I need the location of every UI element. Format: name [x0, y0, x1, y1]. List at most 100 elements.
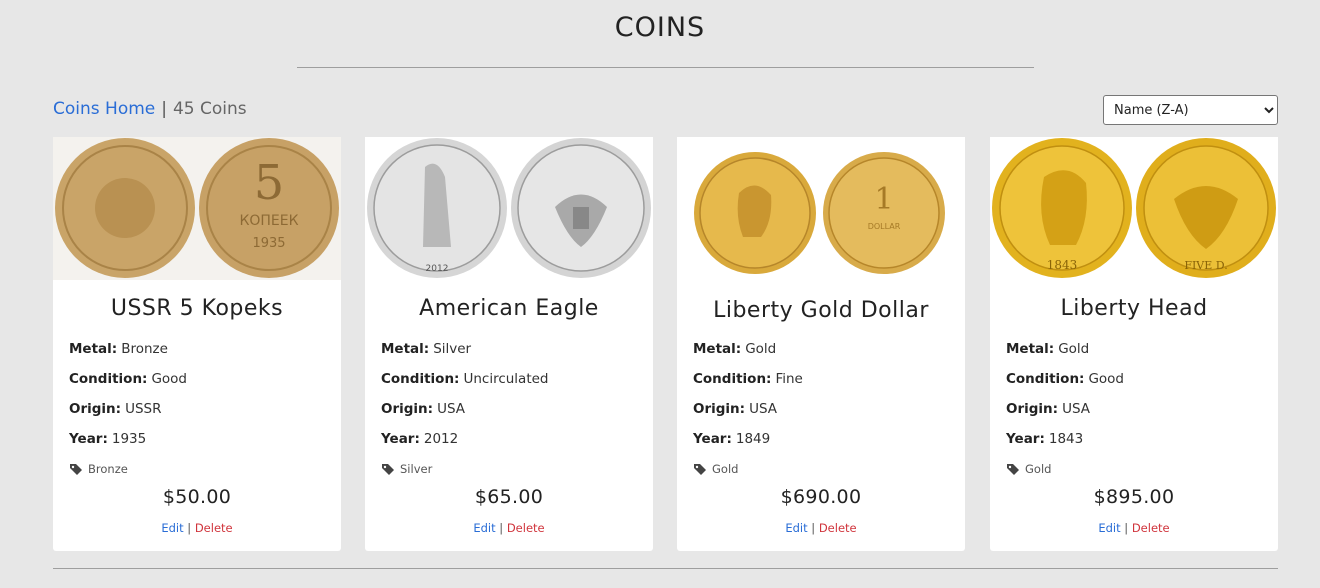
coin-year: Year: 1843 [1006, 431, 1083, 447]
metal-label: Metal: [69, 341, 118, 357]
coin-condition: Condition: Good [1006, 371, 1124, 387]
silver-coin-icon: 2012 [365, 137, 653, 280]
origin-value: USA [749, 401, 777, 417]
coin-price: $65.00 [474, 486, 544, 508]
coin-actions: Edit | Delete [990, 521, 1278, 535]
delete-link[interactable]: Delete [819, 521, 857, 535]
coin-metal: Metal: Bronze [69, 341, 168, 357]
metal-value: Bronze [121, 341, 168, 357]
origin-label: Origin: [693, 401, 746, 417]
coin-card: 2012 American Eagle Metal: Silver Conditi… [365, 137, 653, 551]
condition-label: Condition: [693, 371, 772, 387]
svg-text:FIVE D.: FIVE D. [1184, 259, 1227, 272]
coin-origin: Origin: USA [1006, 401, 1090, 417]
coin-price: $50.00 [162, 486, 232, 508]
coin-tag-label: Bronze [88, 462, 128, 476]
metal-label: Metal: [693, 341, 742, 357]
year-label: Year: [1006, 431, 1045, 447]
coin-tag[interactable]: Gold [693, 462, 738, 476]
tag-icon [1007, 463, 1019, 475]
breadcrumb-separator: | [161, 99, 167, 119]
origin-label: Origin: [69, 401, 122, 417]
condition-value: Good [1088, 371, 1125, 387]
coins-home-link[interactable]: Coins Home [53, 99, 155, 119]
year-value: 1843 [1048, 431, 1084, 447]
tag-icon [70, 463, 82, 475]
condition-value: Uncirculated [463, 371, 549, 387]
edit-link[interactable]: Edit [785, 521, 807, 535]
action-separator: | [1124, 521, 1129, 535]
edit-link[interactable]: Edit [161, 521, 183, 535]
tag-icon [382, 463, 394, 475]
coin-actions: Edit | Delete [53, 521, 341, 535]
coin-card: 5 КОПЕЕК 1935 USSR 5 Kopeks Metal: Bronze… [53, 137, 341, 551]
metal-value: Gold [745, 341, 777, 357]
coin-tag[interactable]: Silver [381, 462, 432, 476]
metal-value: Gold [1058, 341, 1090, 357]
svg-text:1843: 1843 [1047, 258, 1078, 272]
coin-origin: Origin: USSR [69, 401, 161, 417]
svg-text:1: 1 [874, 182, 893, 217]
condition-value: Good [151, 371, 188, 387]
origin-label: Origin: [1006, 401, 1059, 417]
year-label: Year: [693, 431, 732, 447]
action-separator: | [811, 521, 816, 535]
action-separator: | [499, 521, 504, 535]
year-label: Year: [69, 431, 108, 447]
coin-card: 1843 FIVE D. Liberty Head Metal: Gold Con… [990, 137, 1278, 551]
coin-name: American Eagle [419, 296, 599, 321]
delete-link[interactable]: Delete [507, 521, 545, 535]
coin-price: $690.00 [780, 486, 862, 508]
year-label: Year: [381, 431, 420, 447]
year-value: 1849 [735, 431, 771, 447]
coin-year: Year: 2012 [381, 431, 458, 447]
coin-metal: Metal: Gold [1006, 341, 1089, 357]
svg-text:2012: 2012 [426, 264, 449, 274]
coin-year: Year: 1935 [69, 431, 146, 447]
coin-name: Liberty Gold Dollar [713, 298, 929, 323]
coin-condition: Condition: Fine [693, 371, 803, 387]
delete-link[interactable]: Delete [195, 521, 233, 535]
coin-origin: Origin: USA [693, 401, 777, 417]
coin-metal: Metal: Gold [693, 341, 776, 357]
coin-card: 1 DOLLAR Liberty Gold Dollar Metal: Gold … [677, 137, 965, 551]
bottom-divider [53, 568, 1278, 569]
delete-link[interactable]: Delete [1132, 521, 1170, 535]
coin-name: Liberty Head [1060, 296, 1208, 321]
year-value: 2012 [423, 431, 459, 447]
coin-tag-label: Gold [712, 462, 739, 476]
condition-label: Condition: [1006, 371, 1085, 387]
coin-price: $895.00 [1093, 486, 1175, 508]
coin-condition: Condition: Good [69, 371, 187, 387]
coin-count: 45 Coins [172, 99, 247, 119]
coin-tag[interactable]: Gold [1006, 462, 1051, 476]
coin-tag-label: Silver [400, 462, 433, 476]
svg-text:1935: 1935 [252, 236, 285, 251]
coin-metal: Metal: Silver [381, 341, 471, 357]
svg-text:5: 5 [254, 155, 285, 211]
condition-value: Fine [775, 371, 803, 387]
coin-year: Year: 1849 [693, 431, 770, 447]
tag-icon [694, 463, 706, 475]
origin-label: Origin: [381, 401, 434, 417]
coin-actions: Edit | Delete [677, 521, 965, 535]
action-separator: | [187, 521, 192, 535]
year-value: 1935 [111, 431, 147, 447]
gold-coin-icon: 1843 FIVE D. [990, 137, 1278, 280]
edit-link[interactable]: Edit [1098, 521, 1120, 535]
coin-name: USSR 5 Kopeks [110, 296, 284, 321]
origin-value: USA [1062, 401, 1090, 417]
metal-label: Metal: [1006, 341, 1055, 357]
page-title: COINS [614, 12, 706, 43]
edit-link[interactable]: Edit [473, 521, 495, 535]
bronze-coin-icon: 5 КОПЕЕК 1935 [53, 137, 341, 280]
gold-coin-icon: 1 DOLLAR [677, 137, 965, 280]
condition-label: Condition: [69, 371, 148, 387]
condition-label: Condition: [381, 371, 460, 387]
coin-tag[interactable]: Bronze [69, 462, 128, 476]
sort-select[interactable]: Name (Z-A) [1103, 95, 1278, 125]
title-divider [297, 67, 1034, 68]
coin-origin: Origin: USA [381, 401, 465, 417]
svg-text:DOLLAR: DOLLAR [868, 222, 901, 231]
metal-label: Metal: [381, 341, 430, 357]
